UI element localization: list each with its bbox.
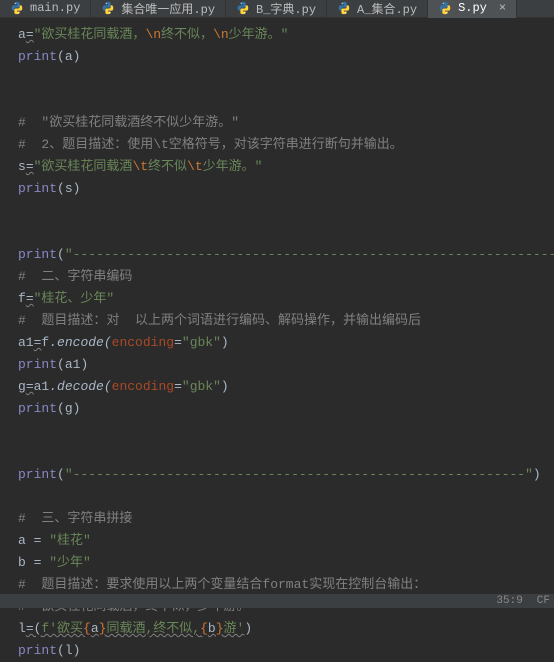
tab-main[interactable]: main.py [0,0,91,18]
python-icon [10,1,24,15]
code-comment: # 二、字符串编码 [18,266,554,288]
code-comment: # "欲买桂花同载酒终不似少年游。" [18,112,554,134]
python-icon [438,1,452,15]
python-icon [337,1,351,15]
python-icon [236,1,250,15]
close-icon[interactable]: × [499,1,506,15]
code-line: a1=f.encode(encoding="gbk") [18,332,554,354]
code-line: print(g) [18,398,554,420]
code-line: l=(f'欲买{a}同载酒,终不似,{b}游') [18,618,554,640]
code-comment: # 2、题目描述：使用\t空格符号，对该字符串进行断句并输出。 [18,134,554,156]
code-line: print("---------------------------------… [18,244,554,266]
code-line: f="桂花、少年" [18,288,554,310]
code-editor[interactable]: a="欲买桂花同载酒，\n终不似，\n少年游。" print(a) # "欲买桂… [0,18,554,662]
encoding-indicator[interactable]: CF [537,595,550,607]
tab-label: main.py [30,1,80,15]
cursor-position[interactable]: 35:9 [496,595,522,607]
tab-bar: main.py 集合唯一应用.py B_字典.py A_集合.py S.py × [0,0,554,18]
tab-s[interactable]: S.py × [428,0,517,18]
code-line: print(l) [18,640,554,662]
code-line: b = "少年" [18,552,554,574]
tab-jihe-app[interactable]: 集合唯一应用.py [91,0,226,18]
tab-label: A_集合.py [357,0,417,17]
tab-label: S.py [458,1,487,15]
code-line: s="欲买桂花同载酒\t终不似\t少年游。" [18,156,554,178]
tab-label: B_字典.py [256,0,316,17]
tab-b-dict[interactable]: B_字典.py [226,0,327,18]
code-line: print(a) [18,46,554,68]
code-line: print("---------------------------------… [18,464,554,486]
code-line: g=a1.decode(encoding="gbk") [18,376,554,398]
code-comment: # 三、字符串拼接 [18,508,554,530]
code-line: print(a1) [18,354,554,376]
python-icon [101,1,115,15]
code-comment: # 题目描述：要求使用以上两个变量结合format实现在控制台输出： [18,574,554,596]
code-line: a="欲买桂花同载酒，\n终不似，\n少年游。" [18,24,554,46]
status-bar: 35:9 CF [0,594,554,608]
tab-a-set[interactable]: A_集合.py [327,0,428,18]
code-line: a = "桂花" [18,530,554,552]
tab-label: 集合唯一应用.py [121,0,215,17]
code-line: print(s) [18,178,554,200]
code-comment: # 题目描述：对 以上两个词语进行编码、解码操作，并输出编码后 [18,310,554,332]
